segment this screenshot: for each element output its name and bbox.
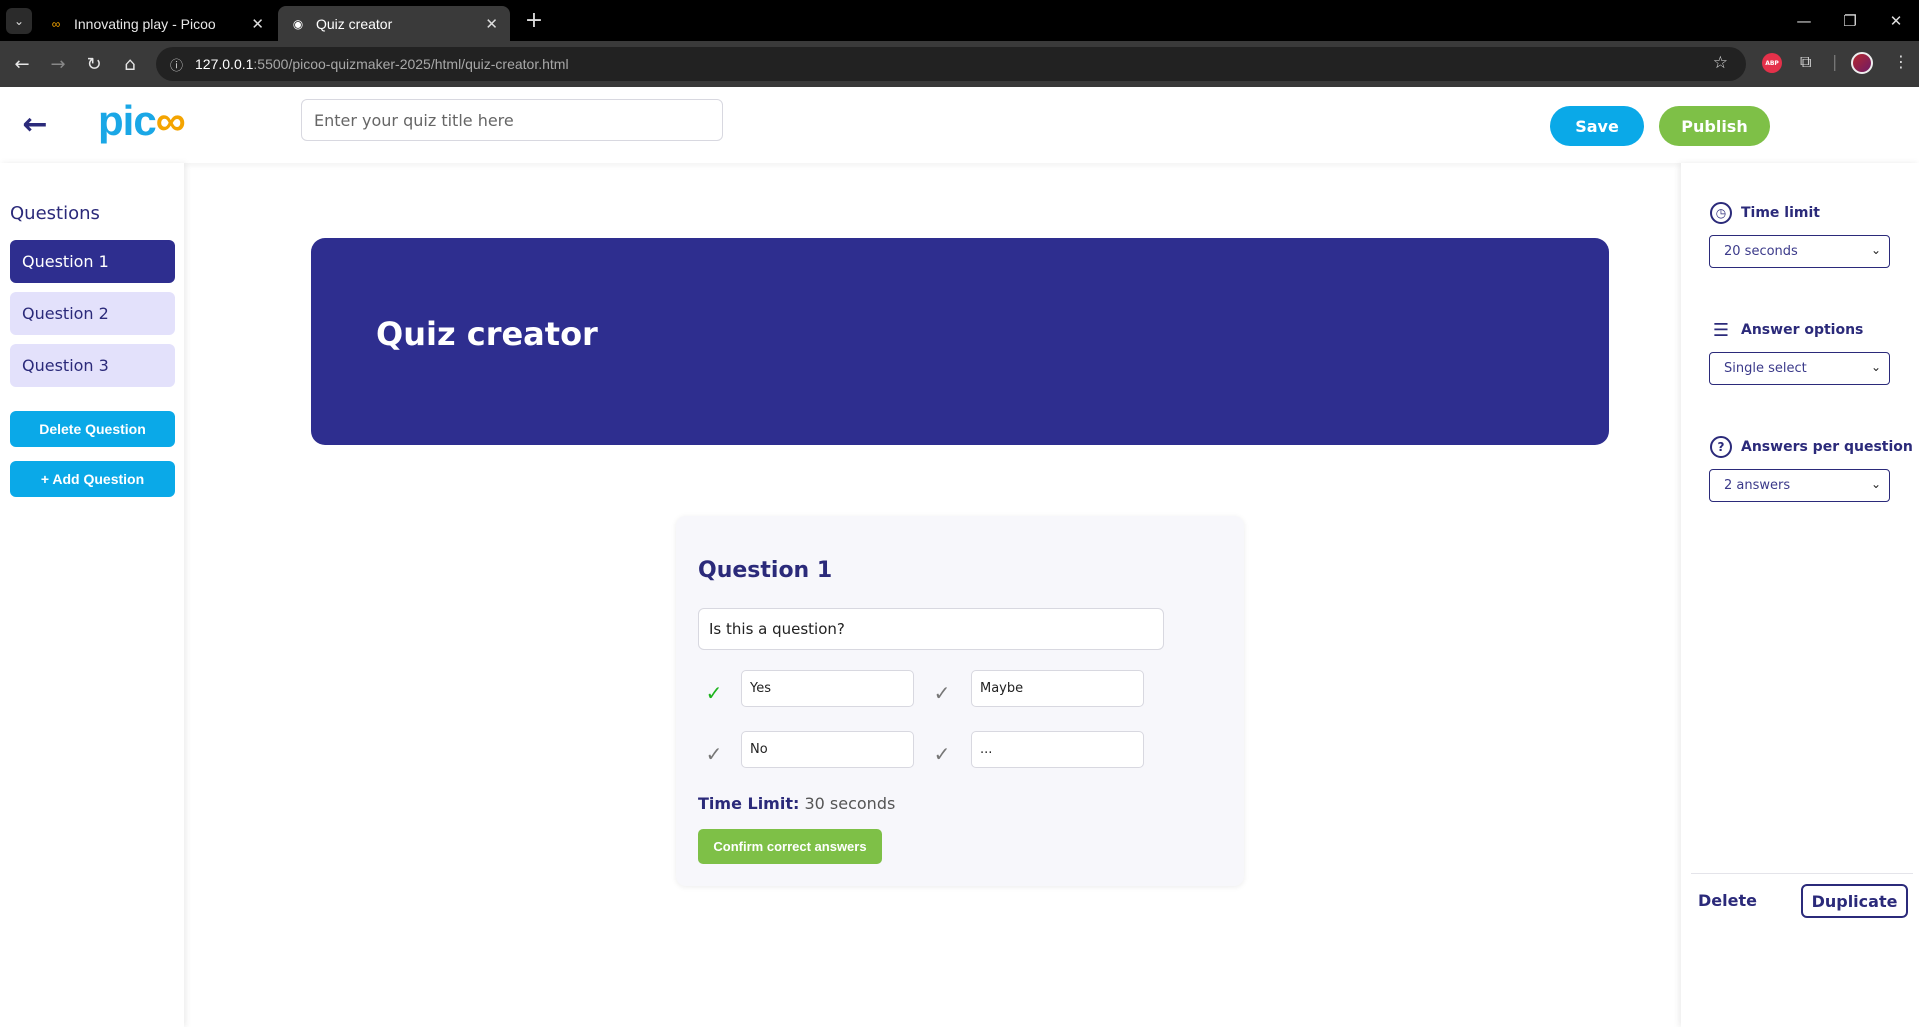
delete-link[interactable]: Delete <box>1698 891 1757 910</box>
app-header: ← pic∞ Save Publish <box>0 87 1919 163</box>
globe-icon: ◉ <box>292 16 304 31</box>
save-button[interactable]: Save <box>1550 106 1644 146</box>
restore-icon[interactable]: ❐ <box>1827 0 1873 41</box>
question-title: Question 1 <box>698 558 833 583</box>
bookmark-star-icon[interactable]: ☆ <box>1713 53 1728 73</box>
time-limit-value: 30 seconds <box>804 794 896 813</box>
time-limit-select[interactable]: 20 seconds ⌄ <box>1709 235 1890 268</box>
list-icon: ☰ <box>1712 319 1730 341</box>
answer-options-label: Answer options <box>1741 322 1864 338</box>
chevron-down-icon: ⌄ <box>1870 477 1881 491</box>
help-circle-icon: ? <box>1709 435 1733 459</box>
answers-per-question-label: Answers per question <box>1741 439 1913 455</box>
publish-button[interactable]: Publish <box>1659 106 1770 146</box>
clock-icon: ◷ <box>1709 201 1733 225</box>
browser-toolbar: ← → ↻ ⌂ ⓘ 127.0.0.1 :5500/picoo-quizmake… <box>0 41 1919 87</box>
url-path: :5500/picoo-quizmaker-2025/html/quiz-cre… <box>253 56 569 72</box>
check-icon[interactable]: ✓ <box>930 681 954 705</box>
sidebar-item-question-3[interactable]: Question 3 <box>10 344 175 387</box>
extensions-puzzle-icon[interactable]: ⧉ <box>1800 52 1811 72</box>
time-limit-label: Time limit <box>1741 205 1820 221</box>
back-icon[interactable]: ← <box>7 49 37 79</box>
browser-tab-bar: ⌄ ∞ Innovating play - Picoo ✕ ◉ Quiz cre… <box>0 0 1919 41</box>
answer-input-4[interactable] <box>971 731 1144 768</box>
tab-search-chevron-icon[interactable]: ⌄ <box>6 8 32 34</box>
answer-input-3[interactable] <box>741 731 914 768</box>
infinity-icon: ∞ <box>51 16 61 31</box>
answer-input-2[interactable] <box>971 670 1144 707</box>
tab-title: Innovating play - Picoo <box>74 15 216 32</box>
delete-question-button[interactable]: Delete Question <box>10 411 175 447</box>
question-card: Question 1 ✓ ✓ ✓ ✓ Time Limit: 30 second… <box>676 516 1244 886</box>
time-limit-heading: ◷ Time limit <box>1709 201 1820 225</box>
answers-per-question-heading: ? Answers per question <box>1709 435 1913 459</box>
add-question-button[interactable]: + Add Question <box>10 461 175 497</box>
check-icon[interactable]: ✓ <box>702 742 726 766</box>
duplicate-button[interactable]: Duplicate <box>1801 884 1908 918</box>
page-banner: Quiz creator <box>311 238 1609 445</box>
settings-sidebar: ◷ Time limit 20 seconds ⌄ ☰ Answer optio… <box>1681 163 1919 1027</box>
sidebar-item-question-2[interactable]: Question 2 <box>10 292 175 335</box>
back-arrow-icon[interactable]: ← <box>18 107 52 142</box>
reload-icon[interactable]: ↻ <box>79 49 109 79</box>
minimize-icon[interactable]: — <box>1781 0 1827 41</box>
page-title: Quiz creator <box>376 315 598 353</box>
answers-per-question-selected: 2 answers <box>1724 478 1791 493</box>
correct-check-icon[interactable]: ✓ <box>702 681 726 705</box>
time-limit-selected: 20 seconds <box>1724 244 1798 259</box>
toolbar-divider: | <box>1832 52 1838 71</box>
home-icon[interactable]: ⌂ <box>115 49 145 79</box>
close-window-icon[interactable]: ✕ <box>1873 0 1919 41</box>
answer-options-selected: Single select <box>1724 361 1807 376</box>
chevron-down-icon: ⌄ <box>1870 360 1881 374</box>
url-host: 127.0.0.1 <box>195 56 254 72</box>
question-text-input[interactable] <box>698 608 1164 650</box>
answers-per-question-select[interactable]: 2 answers ⌄ <box>1709 469 1890 502</box>
tab-picoo[interactable]: ∞ Innovating play - Picoo ✕ <box>36 6 276 41</box>
sidebar-item-question-1[interactable]: Question 1 <box>10 240 175 283</box>
profile-avatar[interactable] <box>1851 52 1873 74</box>
divider <box>1691 873 1913 874</box>
check-icon[interactable]: ✓ <box>930 742 954 766</box>
browser-menu-icon[interactable]: ⋮ <box>1893 52 1909 71</box>
picoo-logo[interactable]: pic∞ <box>98 97 186 145</box>
forward-icon[interactable]: → <box>43 49 73 79</box>
time-limit-readout: Time Limit: 30 seconds <box>698 794 895 813</box>
questions-sidebar: Questions Question 1 Question 2 Question… <box>0 163 184 1027</box>
quiz-title-input[interactable] <box>301 99 723 141</box>
site-info-icon[interactable]: ⓘ <box>170 55 183 74</box>
close-tab-icon[interactable]: ✕ <box>485 15 498 33</box>
answer-options-select[interactable]: Single select ⌄ <box>1709 352 1890 385</box>
logo-infinity: ∞ <box>155 97 186 144</box>
logo-text: pic <box>98 97 157 144</box>
adblock-extension-icon[interactable]: ABP <box>1762 53 1782 73</box>
time-limit-label: Time Limit: <box>698 794 800 813</box>
answer-input-1[interactable] <box>741 670 914 707</box>
tab-quiz-creator[interactable]: ◉ Quiz creator ✕ <box>278 6 510 41</box>
chevron-down-icon: ⌄ <box>1870 243 1881 257</box>
answer-options-heading: ☰ Answer options <box>1709 318 1863 342</box>
sidebar-heading: Questions <box>10 203 100 224</box>
new-tab-button[interactable]: + <box>520 6 548 34</box>
confirm-answers-button[interactable]: Confirm correct answers <box>698 829 882 864</box>
tab-title: Quiz creator <box>316 15 393 32</box>
close-tab-icon[interactable]: ✕ <box>251 15 264 33</box>
address-bar[interactable]: ⓘ 127.0.0.1 :5500/picoo-quizmaker-2025/h… <box>156 47 1746 81</box>
